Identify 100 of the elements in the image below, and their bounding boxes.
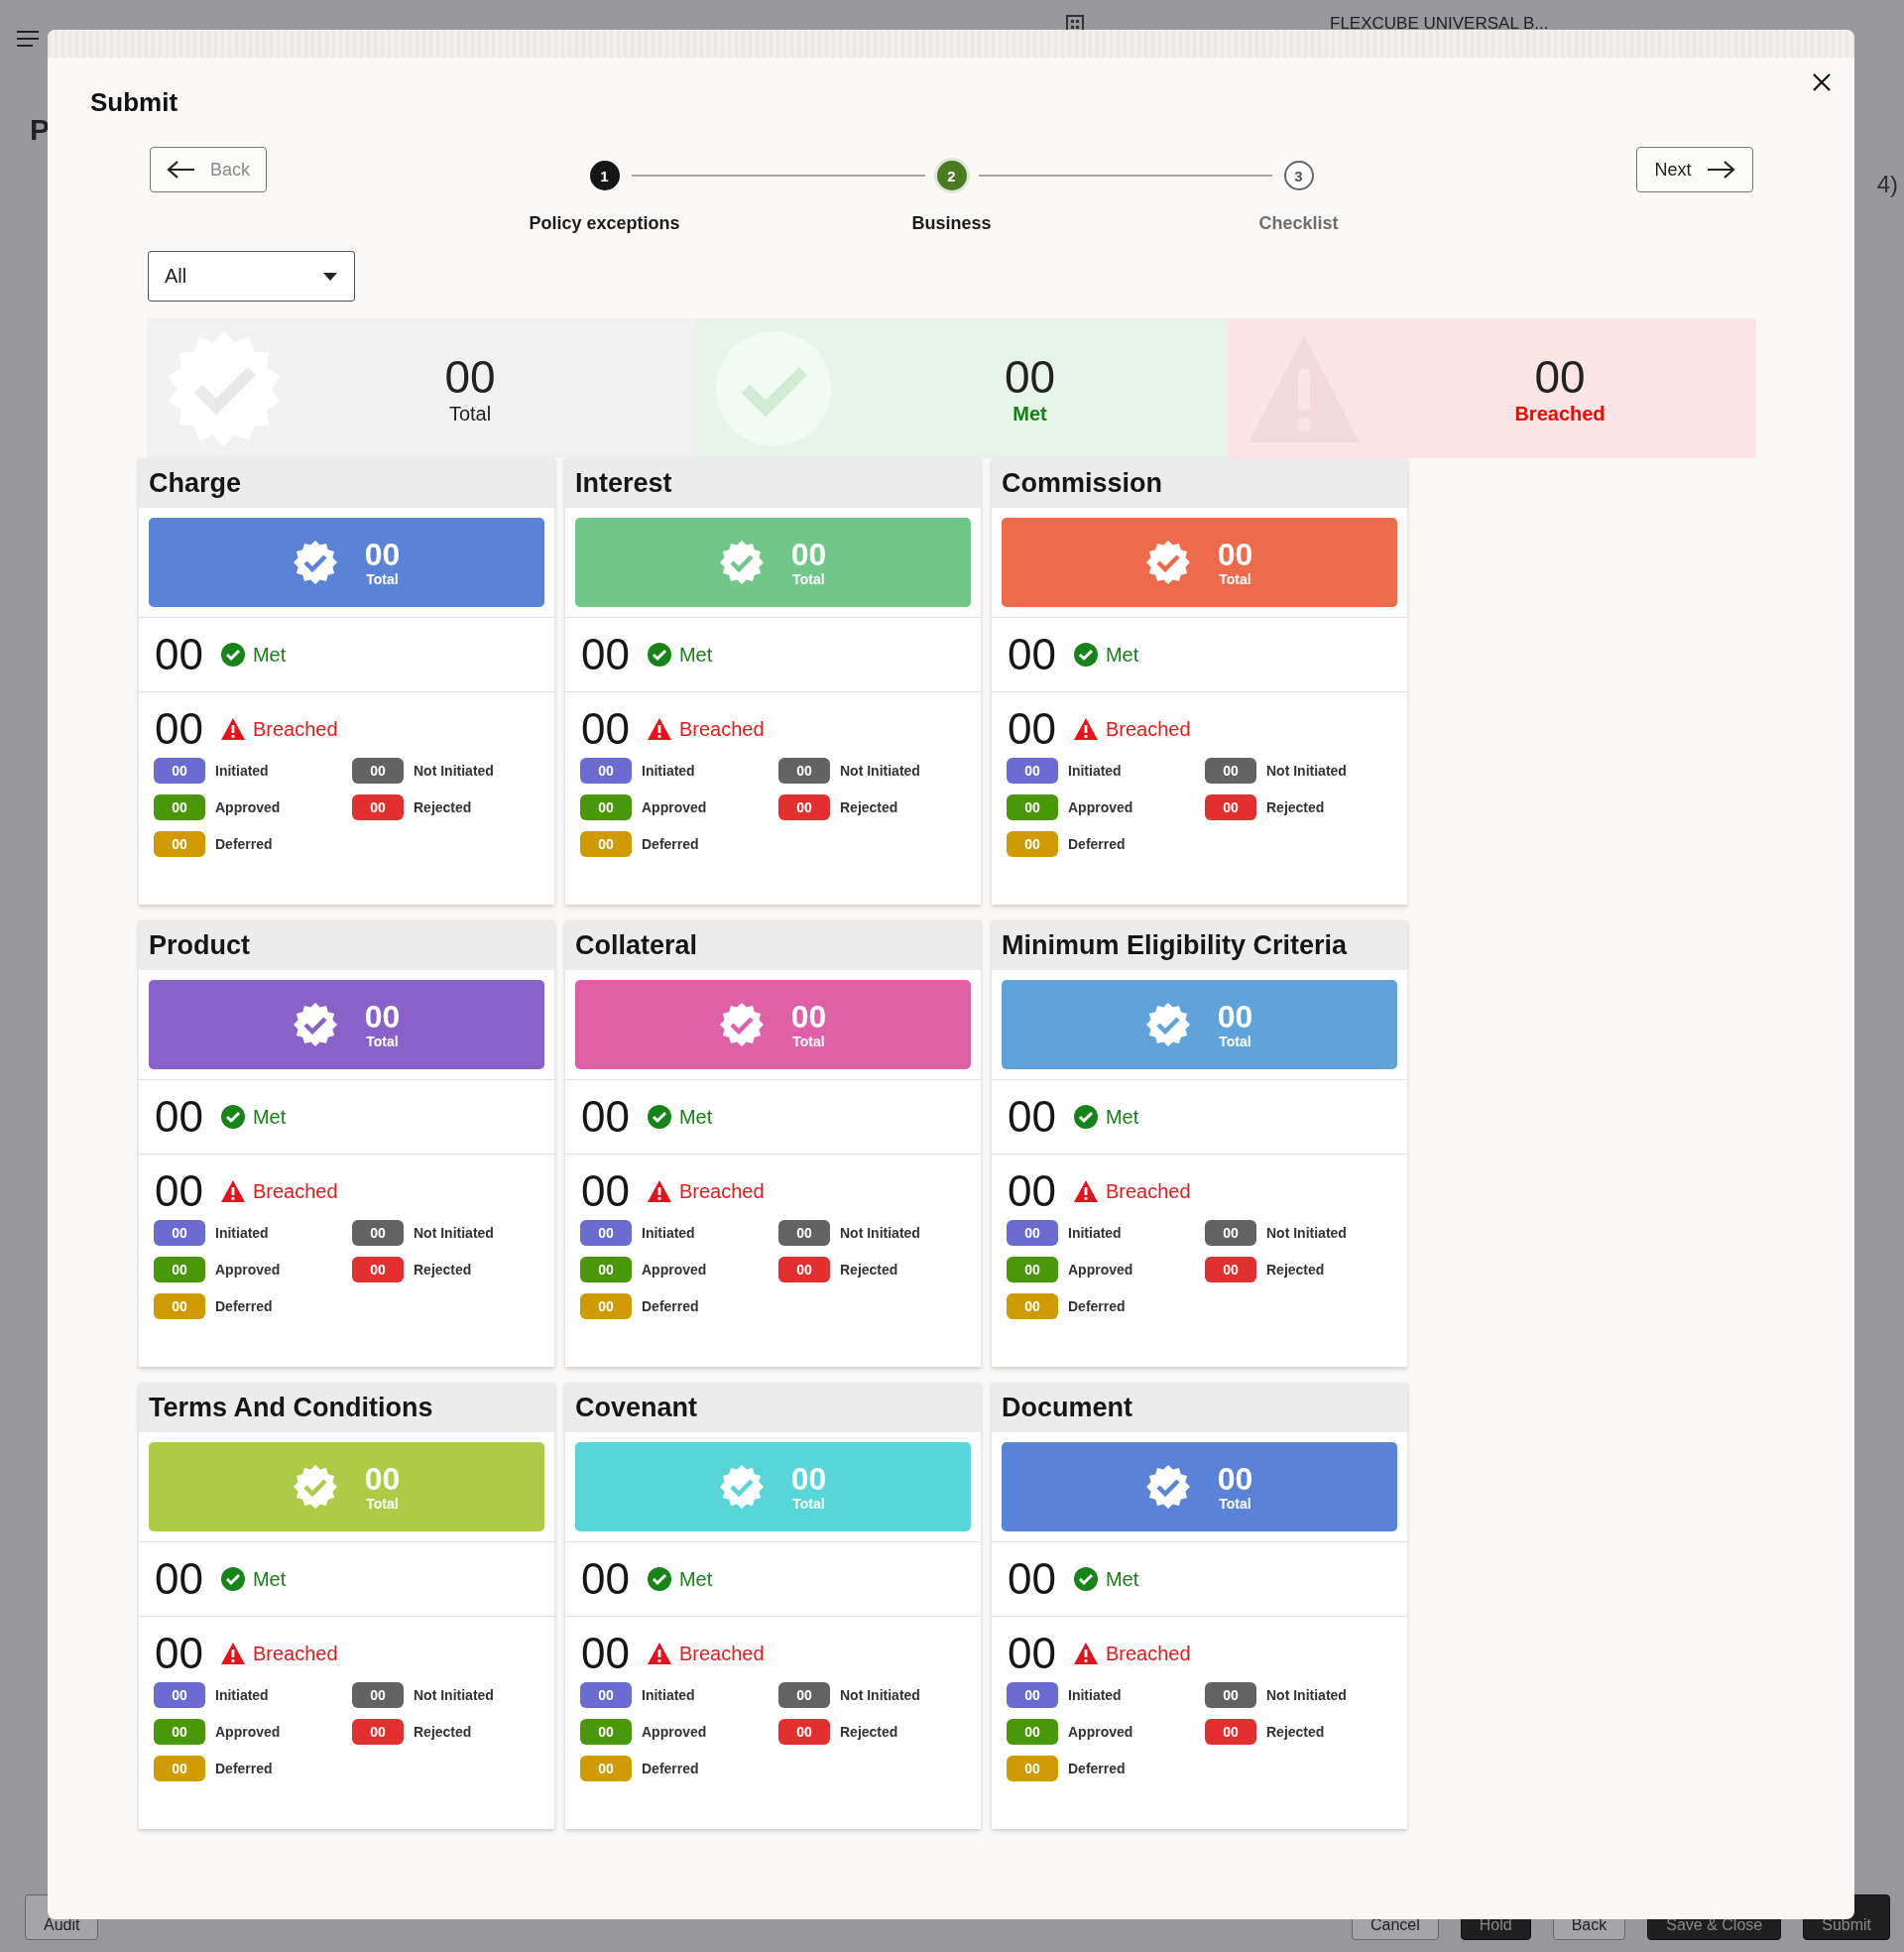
step-number[interactable]: 3	[1283, 161, 1314, 190]
check-badge-icon	[719, 1465, 764, 1509]
warning-icon	[220, 1642, 245, 1665]
status-count: 00	[1007, 1719, 1058, 1745]
status-label: Rejected	[1266, 799, 1325, 815]
status-label: Deferred	[642, 1761, 699, 1776]
close-icon	[1811, 71, 1833, 93]
status-count: 00	[154, 1293, 205, 1319]
status-count: 00	[352, 1257, 404, 1282]
status-label: Deferred	[1068, 1761, 1126, 1776]
status-count: 00	[580, 1682, 632, 1708]
total-count: 00	[1217, 1000, 1253, 1034]
card-title: Charge	[149, 467, 242, 499]
breached-label: Breached	[678, 717, 765, 741]
next-button[interactable]: Next	[1636, 147, 1753, 192]
status-label: Initiated	[642, 763, 695, 779]
met-label: Met	[1105, 1567, 1139, 1591]
step-number[interactable]: 1	[589, 161, 620, 190]
status-count: 00	[580, 1220, 632, 1246]
warning-icon	[647, 1179, 671, 1203]
total-count: 00	[364, 538, 401, 571]
status-label: Deferred	[215, 1298, 273, 1314]
status-label: Not Initiated	[840, 763, 920, 779]
card-title: Product	[149, 929, 250, 961]
breached-count: 00	[155, 704, 203, 754]
status-label: Not Initiated	[1266, 763, 1347, 779]
met-label: Met	[1105, 1105, 1139, 1129]
status-label: Deferred	[215, 836, 273, 852]
filter-dropdown[interactable]: All	[148, 251, 355, 302]
status-label: Approved	[1068, 1262, 1133, 1278]
met-label: Met	[678, 643, 713, 667]
status-count: 00	[154, 1756, 205, 1781]
check-badge-icon	[293, 1003, 337, 1046]
step-label: Checklist	[1257, 213, 1340, 234]
check-badge-icon	[719, 541, 764, 584]
status-label: Not Initiated	[1266, 1225, 1347, 1241]
step-number[interactable]: 2	[936, 161, 967, 190]
summary-label: Breached	[1514, 403, 1606, 426]
status-label: Rejected	[414, 1262, 472, 1278]
summary-count: 00	[1534, 351, 1586, 403]
breached-count: 00	[581, 1166, 630, 1216]
app-title: FLEXCUBE UNIVERSAL B...	[1330, 14, 1549, 34]
total-count: 00	[364, 1462, 401, 1496]
status-label: Not Initiated	[414, 763, 494, 779]
breached-count: 00	[155, 1629, 203, 1678]
breached-label: Breached	[252, 1642, 338, 1665]
breached-count: 00	[1008, 1166, 1056, 1216]
total-label: Total	[366, 571, 399, 587]
status-label: Rejected	[840, 1262, 898, 1278]
status-label: Deferred	[1068, 836, 1126, 852]
breached-label: Breached	[1105, 717, 1191, 741]
status-label: Rejected	[840, 799, 898, 815]
warning-icon	[1073, 1179, 1098, 1203]
page-heading: P	[30, 113, 50, 148]
status-count: 00	[352, 794, 404, 820]
status-label: Approved	[642, 799, 707, 815]
status-label: Initiated	[215, 1687, 269, 1703]
met-count: 00	[155, 1554, 203, 1604]
met-count: 00	[581, 1092, 630, 1142]
breached-label: Breached	[678, 1642, 765, 1665]
met-label: Met	[252, 1567, 287, 1591]
status-count: 00	[778, 1682, 830, 1708]
status-count: 00	[580, 1756, 632, 1781]
arrow-right-icon	[1705, 158, 1735, 182]
warning-icon	[220, 1179, 245, 1203]
total-label: Total	[1219, 571, 1251, 587]
status-count: 00	[154, 1682, 205, 1708]
status-label: Initiated	[215, 1225, 269, 1241]
summary-count: 00	[1004, 351, 1056, 403]
status-label: Initiated	[1068, 1225, 1122, 1241]
warning-icon	[647, 1642, 671, 1665]
status-count: 00	[1007, 1756, 1058, 1781]
status-label: Rejected	[414, 1724, 472, 1740]
status-label: Rejected	[414, 799, 472, 815]
breached-label: Breached	[252, 717, 338, 741]
status-count: 00	[1205, 1682, 1256, 1708]
met-label: Met	[252, 1105, 287, 1129]
status-label: Not Initiated	[414, 1687, 494, 1703]
card-title: Interest	[575, 467, 672, 499]
status-count: 00	[580, 1293, 632, 1319]
breached-count: 00	[155, 1166, 203, 1216]
status-label: Approved	[1068, 799, 1133, 815]
breached-count: 00	[1008, 1629, 1056, 1678]
warning-icon	[647, 717, 671, 741]
status-label: Approved	[215, 799, 281, 815]
status-count: 00	[1205, 1257, 1256, 1282]
status-label: Initiated	[1068, 763, 1122, 779]
status-count: 00	[778, 758, 830, 784]
card-title: Terms And Conditions	[149, 1392, 433, 1423]
status-count: 00	[580, 1257, 632, 1282]
status-count: 00	[580, 758, 632, 784]
breached-label: Breached	[1105, 1179, 1191, 1203]
step-label: Business	[910, 213, 993, 234]
status-count: 00	[154, 794, 205, 820]
status-count: 00	[1007, 1293, 1058, 1319]
total-count: 00	[790, 1462, 827, 1496]
met-label: Met	[678, 1567, 713, 1591]
card-title: Document	[1002, 1392, 1132, 1423]
status-count: 00	[352, 1719, 404, 1745]
status-count: 00	[1205, 1220, 1256, 1246]
